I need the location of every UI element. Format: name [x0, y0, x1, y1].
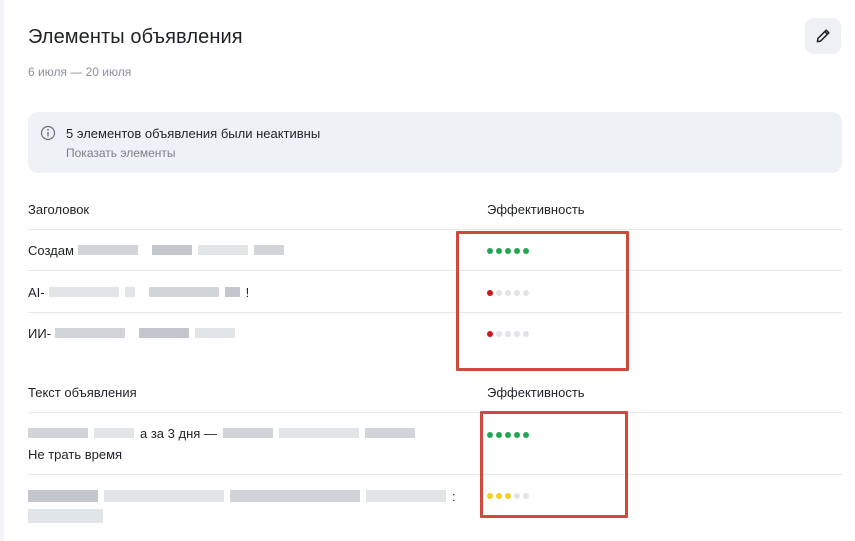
headline-suffix: ! [245, 284, 250, 300]
redacted-text [55, 328, 126, 338]
table-row: : [28, 486, 456, 506]
divider [28, 229, 842, 230]
efficiency-dot [523, 331, 529, 337]
show-elements-link[interactable]: Показать элементы [66, 146, 176, 160]
efficiency-dot [487, 493, 493, 499]
ad-text-efficiency-header: Эффективность [487, 385, 585, 400]
redacted-text [77, 245, 138, 255]
efficiency-dot [514, 248, 520, 254]
efficiency-dot [523, 290, 529, 296]
redacted-text [195, 328, 236, 338]
efficiency-indicator [487, 248, 529, 254]
headline-text: AI- [28, 284, 45, 300]
redacted-text [148, 287, 219, 297]
efficiency-indicator [487, 290, 529, 296]
efficiency-dot [487, 432, 493, 438]
redacted-text [224, 287, 240, 297]
efficiency-dot [496, 248, 502, 254]
efficiency-dot [523, 493, 529, 499]
efficiency-dot [487, 331, 493, 337]
table-row: ИИ- [28, 323, 241, 343]
efficiency-dot [505, 248, 511, 254]
efficiency-dot [514, 432, 520, 438]
highlight-box [480, 411, 628, 518]
edit-button[interactable] [805, 18, 841, 54]
table-row: а за 3 дня — [28, 423, 421, 443]
redacted-text [197, 245, 248, 255]
efficiency-dot [505, 493, 511, 499]
highlight-box [456, 231, 629, 371]
efficiency-dot [505, 432, 511, 438]
redacted-text [222, 428, 273, 438]
redacted-text [253, 245, 284, 255]
redacted-text [28, 428, 88, 438]
divider [28, 270, 842, 271]
table-row: AI- ! [28, 282, 249, 302]
efficiency-dot [496, 290, 502, 296]
efficiency-indicator [487, 493, 529, 499]
ad-text-line: а за 3 дня — [140, 425, 217, 441]
redacted-text [94, 428, 134, 438]
efficiency-dot [514, 290, 520, 296]
efficiency-dot [514, 331, 520, 337]
headline-text: ИИ- [28, 325, 52, 341]
ad-text-line: Не трать время [28, 446, 123, 462]
headline-efficiency-header: Эффективность [487, 202, 585, 217]
efficiency-dot [514, 493, 520, 499]
info-icon [40, 125, 56, 141]
headline-column-header: Заголовок [28, 202, 90, 217]
efficiency-indicator [487, 432, 529, 438]
card-left-border [0, 0, 4, 541]
efficiency-dot [496, 432, 502, 438]
divider [28, 474, 842, 475]
pencil-icon [816, 29, 830, 43]
redacted-text [364, 428, 415, 438]
redacted-text [230, 490, 360, 502]
redacted-text [104, 490, 224, 502]
efficiency-dot [496, 493, 502, 499]
redacted-text [151, 245, 192, 255]
efficiency-dot [505, 331, 511, 337]
redacted-text [28, 509, 103, 523]
table-row: Создам [28, 240, 290, 260]
efficiency-dot [523, 248, 529, 254]
efficiency-indicator [487, 331, 529, 337]
efficiency-dot [487, 290, 493, 296]
headline-text: Создам [28, 242, 74, 258]
efficiency-dot [505, 290, 511, 296]
page-title: Элементы объявления [28, 26, 243, 48]
ad-text-second-line [28, 506, 109, 526]
date-range: 6 июля — 20 июля [28, 65, 132, 79]
redacted-text [48, 287, 119, 297]
divider [28, 312, 842, 313]
redacted-text [139, 328, 190, 338]
redacted-text [278, 428, 359, 438]
efficiency-dot [487, 248, 493, 254]
efficiency-dot [523, 432, 529, 438]
notice-title: 5 элементов объявления были неактивны [66, 126, 321, 141]
efficiency-dot [496, 331, 502, 337]
redacted-text [366, 490, 446, 502]
ad-text-second-line: Не трать время [28, 444, 122, 464]
divider [28, 412, 842, 413]
ad-text-line: : [452, 488, 456, 504]
redacted-text [124, 287, 135, 297]
ad-text-column-header: Текст объявления [28, 385, 137, 400]
inactive-elements-notice: 5 элементов объявления были неактивны По… [28, 112, 842, 173]
redacted-text [28, 490, 98, 502]
